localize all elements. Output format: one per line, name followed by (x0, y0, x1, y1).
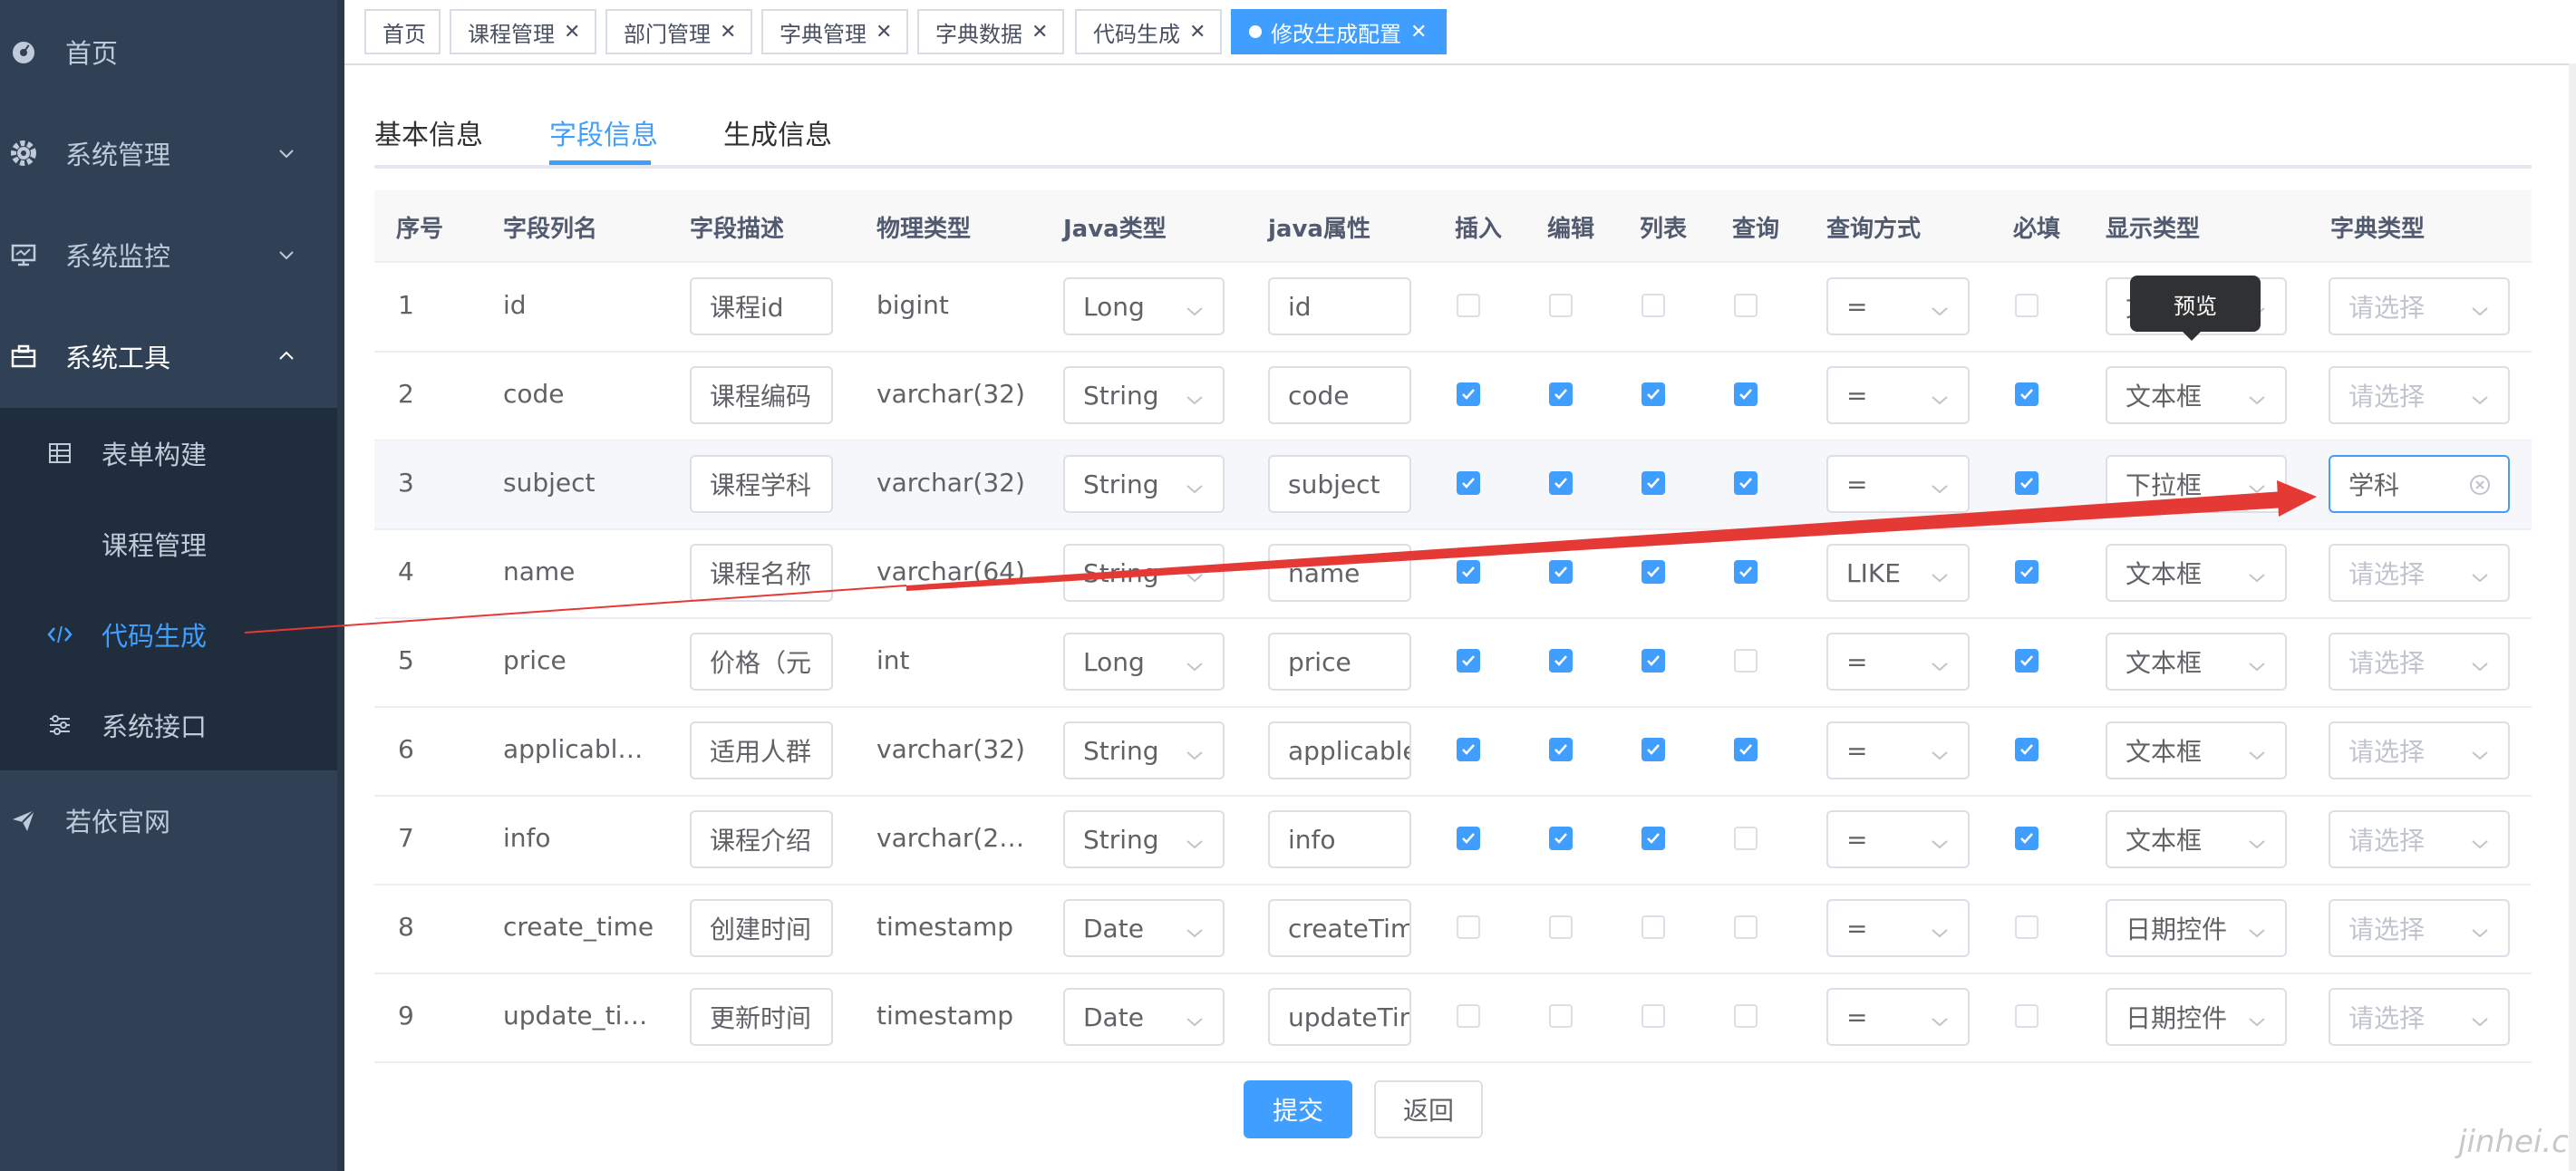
page-scrollbar[interactable] (2569, 63, 2576, 1171)
watermark: jinhei.cn (2458, 1124, 2576, 1160)
annotation-arrow (244, 480, 2317, 634)
